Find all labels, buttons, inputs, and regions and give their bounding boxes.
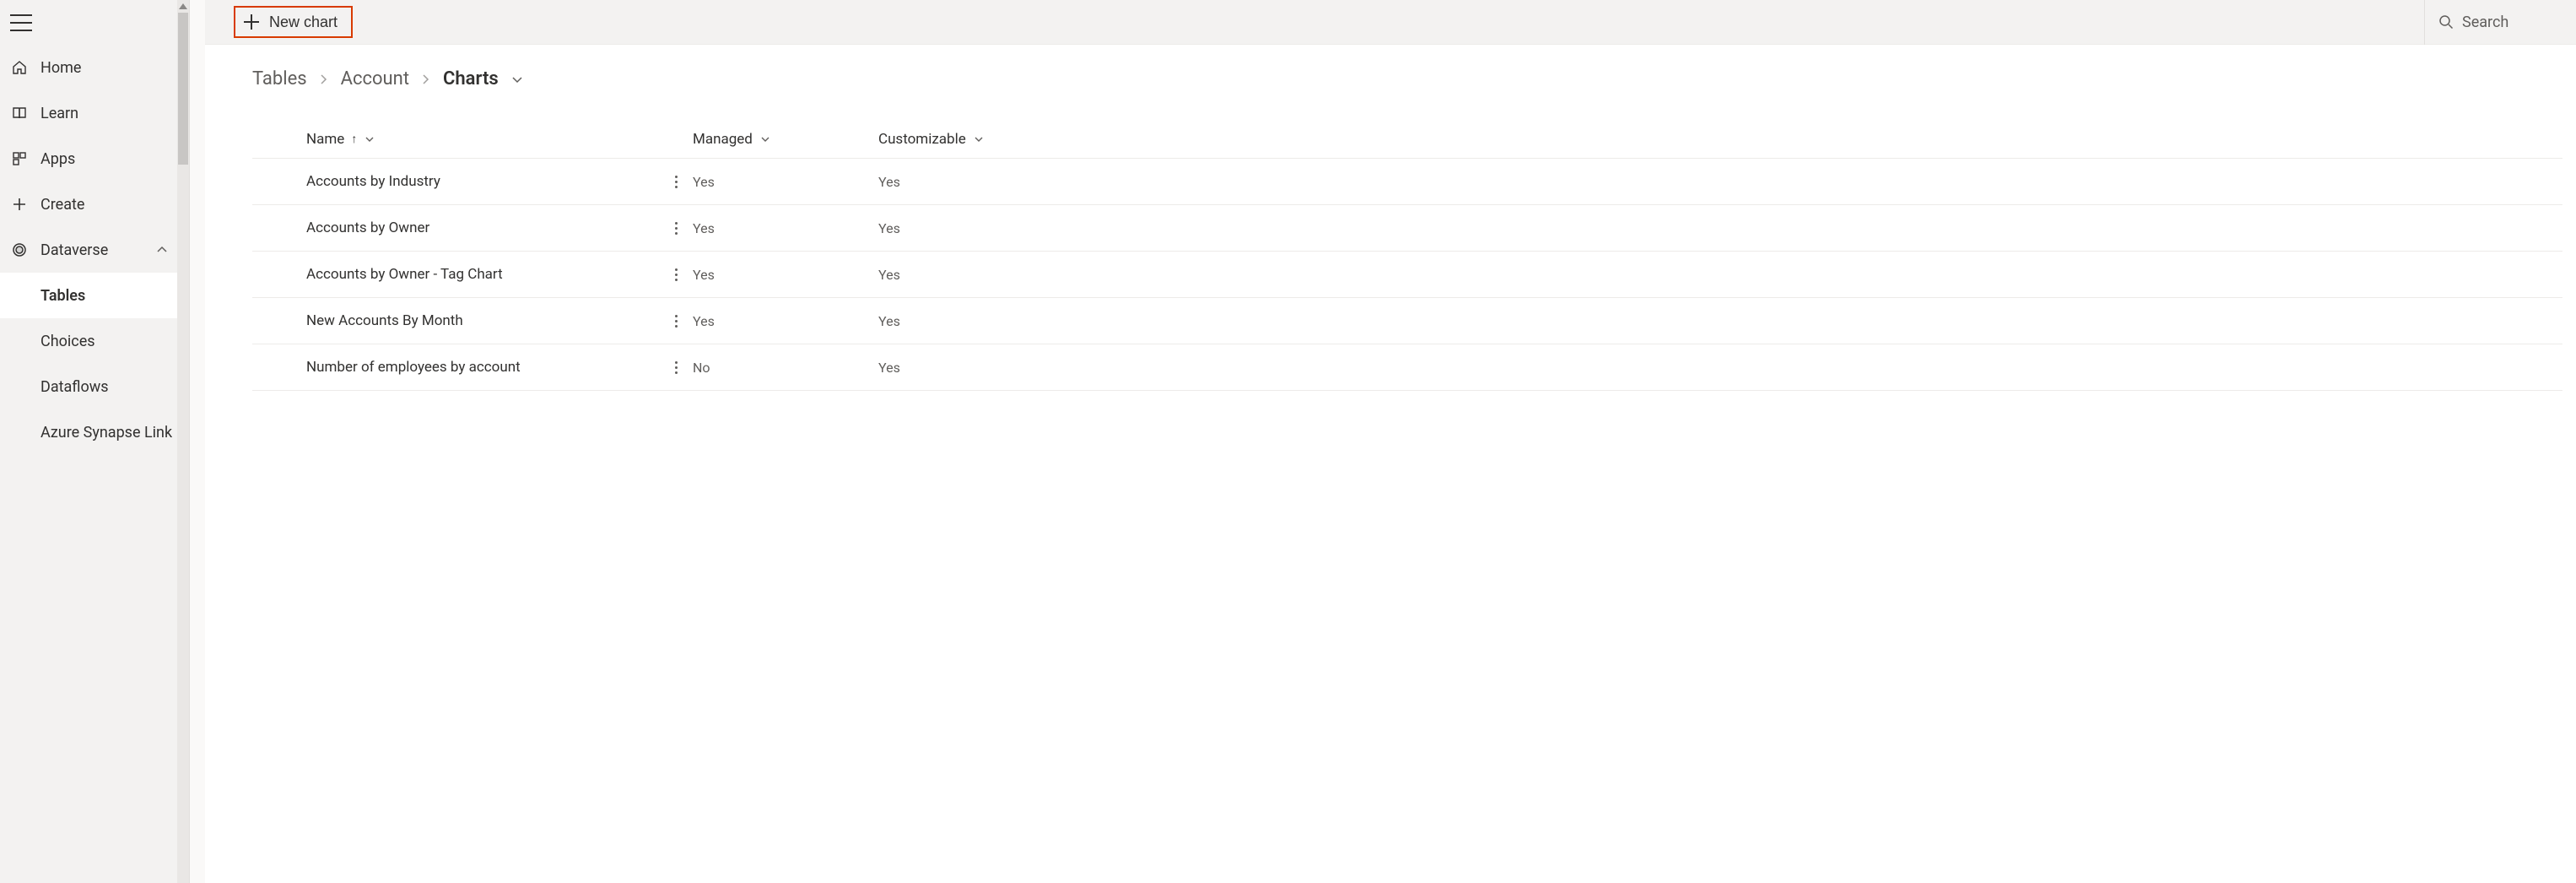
table-row[interactable]: Number of employees by account NoYes [252, 344, 2562, 391]
sidebar-scrollbar[interactable] [177, 0, 189, 883]
table-row[interactable]: Accounts by Owner - Tag Chart YesYes [252, 252, 2562, 298]
app-root: Home Learn [0, 0, 2576, 883]
cell-customizable: Yes [878, 267, 1064, 283]
grid-header-row: Name ↑ Managed Customizable [252, 120, 2562, 159]
grid-body: Accounts by IndustryYesYesAccounts by Ow… [252, 159, 2562, 391]
search-icon [2438, 14, 2454, 30]
cell-customizable: Yes [878, 360, 1064, 376]
sidebar-subitem-choices[interactable]: Choices [0, 318, 177, 364]
more-actions-icon[interactable] [667, 266, 684, 283]
sidebar-subitem-label: Azure Synapse Link [41, 424, 172, 442]
plus-icon [10, 195, 29, 214]
chevron-down-icon [759, 133, 771, 145]
chevron-down-icon [973, 133, 985, 145]
cell-name[interactable]: Accounts by Industry [306, 173, 659, 190]
new-chart-button[interactable]: New chart [234, 6, 353, 38]
breadcrumb: Tables Account Charts [252, 68, 2562, 89]
scroll-up-arrow-icon [179, 3, 187, 9]
sidebar-item-apps[interactable]: Apps [0, 136, 177, 181]
sidebar-subitem-label: Dataflows [41, 378, 109, 396]
breadcrumb-tables[interactable]: Tables [252, 68, 307, 89]
plus-icon [244, 14, 259, 30]
sidebar-item-label: Create [41, 196, 84, 214]
table-row[interactable]: Accounts by Industry YesYes [252, 159, 2562, 205]
cell-managed: No [693, 360, 878, 376]
cell-actions [659, 312, 693, 329]
main: New chart Search Tables Account [205, 0, 2576, 883]
hamburger-row [0, 0, 177, 45]
cell-customizable: Yes [878, 174, 1064, 190]
cell-actions [659, 219, 693, 236]
new-chart-label: New chart [269, 14, 338, 31]
column-header-customizable[interactable]: Customizable [878, 131, 1064, 148]
cell-managed: Yes [693, 313, 878, 329]
cell-actions [659, 359, 693, 376]
sidebar-item-home[interactable]: Home [0, 45, 177, 90]
sidebar-subitem-label: Tables [41, 287, 85, 305]
column-header-name[interactable]: Name ↑ [306, 131, 693, 148]
more-actions-icon[interactable] [667, 219, 684, 236]
chevron-down-icon [364, 133, 375, 145]
charts-grid: Name ↑ Managed Customizable [252, 120, 2562, 391]
scroll-thumb[interactable] [178, 13, 188, 165]
sidebar-inner: Home Learn [0, 0, 189, 883]
cell-managed: Yes [693, 174, 878, 190]
sidebar-item-learn[interactable]: Learn [0, 90, 177, 136]
more-actions-icon[interactable] [667, 173, 684, 190]
book-icon [10, 104, 29, 122]
sidebar-item-label: Home [41, 59, 81, 77]
search-placeholder: Search [2462, 14, 2508, 31]
apps-icon [10, 149, 29, 168]
dataverse-icon [10, 241, 29, 259]
cell-actions [659, 266, 693, 283]
cell-customizable: Yes [878, 313, 1064, 329]
cell-name[interactable]: Number of employees by account [306, 359, 659, 376]
sort-ascending-icon: ↑ [351, 132, 357, 146]
sidebar-item-label: Apps [41, 150, 75, 168]
command-bar: New chart Search [205, 0, 2576, 45]
column-header-managed[interactable]: Managed [693, 131, 878, 148]
sidebar: Home Learn [0, 0, 190, 883]
chevron-right-icon [319, 74, 329, 84]
breadcrumb-account[interactable]: Account [341, 68, 409, 89]
sidebar-item-dataverse[interactable]: Dataverse [0, 227, 177, 273]
cell-actions [659, 173, 693, 190]
sidebar-item-create[interactable]: Create [0, 181, 177, 227]
search-input[interactable]: Search [2424, 0, 2576, 45]
more-actions-icon[interactable] [667, 359, 684, 376]
more-actions-icon[interactable] [667, 312, 684, 329]
content: Tables Account Charts Name [205, 45, 2576, 883]
column-header-managed-label: Managed [693, 131, 753, 148]
chevron-down-icon[interactable] [510, 73, 524, 86]
sidebar-subitem-tables[interactable]: Tables [0, 273, 177, 318]
breadcrumb-current: Charts [443, 68, 499, 89]
home-icon [10, 58, 29, 77]
sidebar-subitem-dataflows[interactable]: Dataflows [0, 364, 177, 409]
hamburger-icon[interactable] [10, 14, 32, 31]
sidebar-divider [190, 0, 205, 883]
sidebar-subitem-label: Choices [41, 333, 95, 350]
chevron-right-icon [421, 74, 431, 84]
table-row[interactable]: Accounts by Owner YesYes [252, 205, 2562, 252]
column-header-customizable-label: Customizable [878, 131, 966, 148]
column-header-name-label: Name [306, 131, 344, 148]
sidebar-item-label: Dataverse [41, 241, 143, 259]
cell-name[interactable]: Accounts by Owner - Tag Chart [306, 266, 659, 283]
cell-name[interactable]: Accounts by Owner [306, 219, 659, 236]
sidebar-subitem-azure-synapse-link[interactable]: Azure Synapse Link [0, 409, 177, 455]
cell-managed: Yes [693, 220, 878, 236]
cell-name[interactable]: New Accounts By Month [306, 312, 659, 329]
cell-customizable: Yes [878, 220, 1064, 236]
chevron-up-icon [155, 243, 169, 257]
table-row[interactable]: New Accounts By Month YesYes [252, 298, 2562, 344]
sidebar-item-label: Learn [41, 105, 78, 122]
cell-managed: Yes [693, 267, 878, 283]
